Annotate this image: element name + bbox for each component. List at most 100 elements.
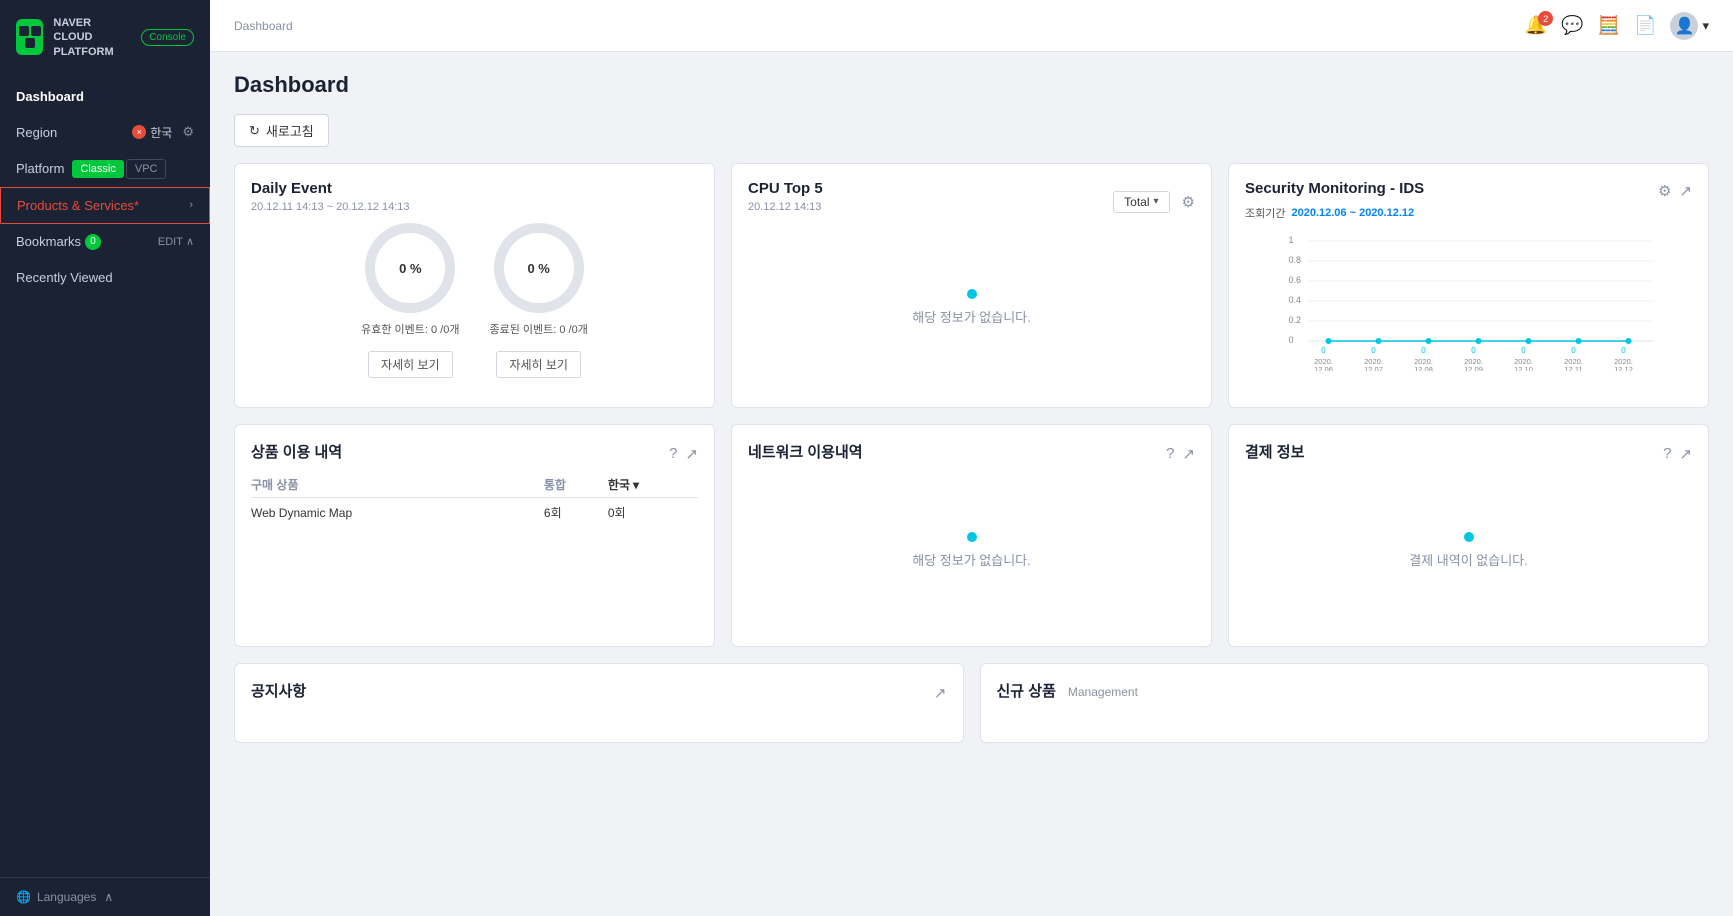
region-select-arrow-icon: ▾ [633, 478, 639, 492]
security-external-icon[interactable]: ↗ [1679, 182, 1692, 200]
usage-region-value: 0회 [608, 498, 698, 528]
chat-icon[interactable]: 💬 [1561, 15, 1583, 36]
bookmarks-label: Bookmarks [16, 234, 81, 249]
breadcrumb: Dashboard [234, 19, 293, 33]
notice-external-icon[interactable]: ↗ [934, 684, 947, 702]
svg-text:0: 0 [1621, 346, 1626, 355]
sidebar-footer[interactable]: 🌐 Languages ∧ [0, 877, 210, 916]
topbar-actions: 🔔 2 💬 🧮 📄 👤 ▾ [1525, 12, 1709, 40]
cpu-no-data-dot [967, 289, 977, 299]
donut-wrapper-1: 0 % 유효한 이벤트: 0 /0개 자세히 보기 [361, 223, 459, 378]
cpu-top5-card: CPU Top 5 20.12.12 14:13 Total ▾ ⚙ 해당 정보… [731, 163, 1212, 408]
refresh-label: 새로고침 [266, 121, 314, 140]
svg-text:0: 0 [1321, 346, 1326, 355]
network-card: 네트워크 이용내역 ? ↗ 해당 정보가 없습니다. [731, 424, 1212, 647]
page-header: Dashboard [234, 72, 1709, 98]
notification-icon[interactable]: 🔔 2 [1525, 15, 1547, 36]
new-product-title: 신규 상품 [997, 680, 1056, 701]
usage-col-region[interactable]: 한국 ▾ [608, 472, 698, 498]
security-period-label: 조회기간 [1245, 205, 1285, 221]
sidebar-bookmarks-row: Bookmarks 0 EDIT ∧ [0, 224, 210, 260]
usage-col-product: 구매 상품 [251, 472, 544, 498]
new-product-title-row: 신규 상품 Management [997, 680, 1138, 701]
cpu-gear-icon[interactable]: ⚙ [1182, 193, 1195, 211]
calculator-icon[interactable]: 🧮 [1598, 15, 1620, 36]
security-icons: ⚙ ↗ [1658, 182, 1692, 200]
notice-card-header: 공지사항 ↗ [251, 680, 947, 705]
usage-external-icon[interactable]: ↗ [685, 445, 698, 463]
vpc-toggle[interactable]: VPC [126, 159, 167, 179]
avatar-circle: 👤 [1670, 12, 1698, 40]
sidebar: NAVER CLOUD PLATFORM Console Dashboard R… [0, 0, 210, 916]
middle-card-grid: 상품 이용 내역 ? ↗ 구매 상품 통합 한국 [234, 424, 1709, 647]
cpu-card-header: CPU Top 5 20.12.12 14:13 Total ▾ ⚙ [748, 180, 1195, 223]
chevron-up-icon: ∧ [186, 235, 194, 248]
page-title: Dashboard [234, 72, 349, 98]
network-help-icon[interactable]: ? [1166, 445, 1174, 462]
payment-card: 결제 정보 ? ↗ 결제 내역이 없습니다. [1228, 424, 1709, 647]
usage-help-icon[interactable]: ? [669, 445, 677, 462]
daily-event-body: 0 % 유효한 이벤트: 0 /0개 자세히 보기 0 % 종료된 이벤트: 0… [251, 223, 698, 378]
console-badge[interactable]: Console [141, 29, 194, 46]
network-no-data-text: 해당 정보가 없습니다. [912, 550, 1030, 569]
svg-text:0: 0 [1571, 346, 1576, 355]
dropdown-arrow-icon: ▾ [1702, 18, 1709, 34]
total-select[interactable]: Total ▾ [1113, 191, 1169, 213]
bookmarks-edit-button[interactable]: EDIT ∧ [158, 235, 194, 248]
sidebar-item-dashboard[interactable]: Dashboard [0, 79, 210, 114]
svg-text:0: 0 [1521, 346, 1526, 355]
document-icon[interactable]: 📄 [1634, 15, 1656, 36]
detail-button-1[interactable]: 자세히 보기 [368, 351, 453, 378]
logo-icon [16, 19, 43, 55]
network-card-header: 네트워크 이용내역 ? ↗ [748, 441, 1195, 466]
topbar: Dashboard 🔔 2 💬 🧮 📄 👤 ▾ [210, 0, 1733, 52]
payment-external-icon[interactable]: ↗ [1679, 445, 1692, 463]
svg-text:12.11: 12.11 [1564, 365, 1582, 371]
language-label: Languages [37, 890, 96, 904]
svg-text:0: 0 [1421, 346, 1426, 355]
cpu-date: 20.12.12 14:13 [748, 201, 823, 213]
network-external-icon[interactable]: ↗ [1182, 445, 1195, 463]
products-label: Products & Services* [17, 198, 139, 213]
network-no-data-dot [967, 532, 977, 542]
svg-text:0: 0 [1471, 346, 1476, 355]
svg-text:0.6: 0.6 [1289, 275, 1302, 285]
usage-card: 상품 이용 내역 ? ↗ 구매 상품 통합 한국 [234, 424, 715, 647]
new-product-card: 신규 상품 Management [980, 663, 1710, 743]
usage-table-row: Web Dynamic Map 6회 0회 [251, 498, 698, 528]
payment-no-data-dot [1464, 532, 1474, 542]
detail-button-2[interactable]: 자세히 보기 [496, 351, 581, 378]
usage-col-total: 통합 [544, 472, 608, 498]
new-product-header: 신규 상품 Management [997, 680, 1693, 701]
cpu-title: CPU Top 5 [748, 180, 823, 197]
security-chart-svg: 1 0.8 0.6 0.4 0.2 0 [1245, 231, 1692, 371]
region-select[interactable]: 한국 ▾ [608, 476, 698, 493]
platform-label: Platform [16, 161, 64, 176]
cpu-body: 해당 정보가 없습니다. [748, 227, 1195, 387]
refresh-icon: ↻ [249, 123, 260, 139]
donut-1: 0 % [365, 223, 455, 313]
user-avatar[interactable]: 👤 ▾ [1670, 12, 1709, 40]
classic-toggle[interactable]: Classic [72, 160, 123, 178]
notification-badge: 2 [1538, 11, 1553, 26]
svg-text:0: 0 [1289, 335, 1294, 345]
refresh-button[interactable]: ↻ 새로고침 [234, 114, 329, 147]
security-title: Security Monitoring - IDS [1245, 180, 1424, 197]
payment-card-header: 결제 정보 ? ↗ [1245, 441, 1692, 466]
region-badge[interactable]: × 한국 ⚙ [132, 124, 194, 141]
security-period-row: 조회기간 2020.12.06 ~ 2020.12.12 [1245, 205, 1692, 221]
products-arrow-icon: › [189, 199, 193, 211]
sidebar-logo-area: NAVER CLOUD PLATFORM Console [0, 0, 210, 71]
payment-help-icon[interactable]: ? [1663, 445, 1671, 462]
bottom-card-grid: 공지사항 ↗ 신규 상품 Management [234, 663, 1709, 743]
select-arrow-icon: ▾ [1154, 196, 1159, 207]
security-gear-icon[interactable]: ⚙ [1658, 182, 1671, 200]
sidebar-item-products[interactable]: Products & Services* › [0, 187, 210, 224]
network-icons: ? ↗ [1166, 445, 1195, 463]
donut-wrapper-2: 0 % 종료된 이벤트: 0 /0개 자세히 보기 [490, 223, 588, 378]
svg-text:12.07: 12.07 [1364, 365, 1383, 371]
sidebar-item-recently-viewed[interactable]: Recently Viewed [0, 260, 210, 295]
cpu-controls: Total ▾ ⚙ [1113, 191, 1195, 213]
gear-icon[interactable]: ⚙ [182, 124, 194, 140]
payment-no-data-text: 결제 내역이 없습니다. [1409, 550, 1527, 569]
